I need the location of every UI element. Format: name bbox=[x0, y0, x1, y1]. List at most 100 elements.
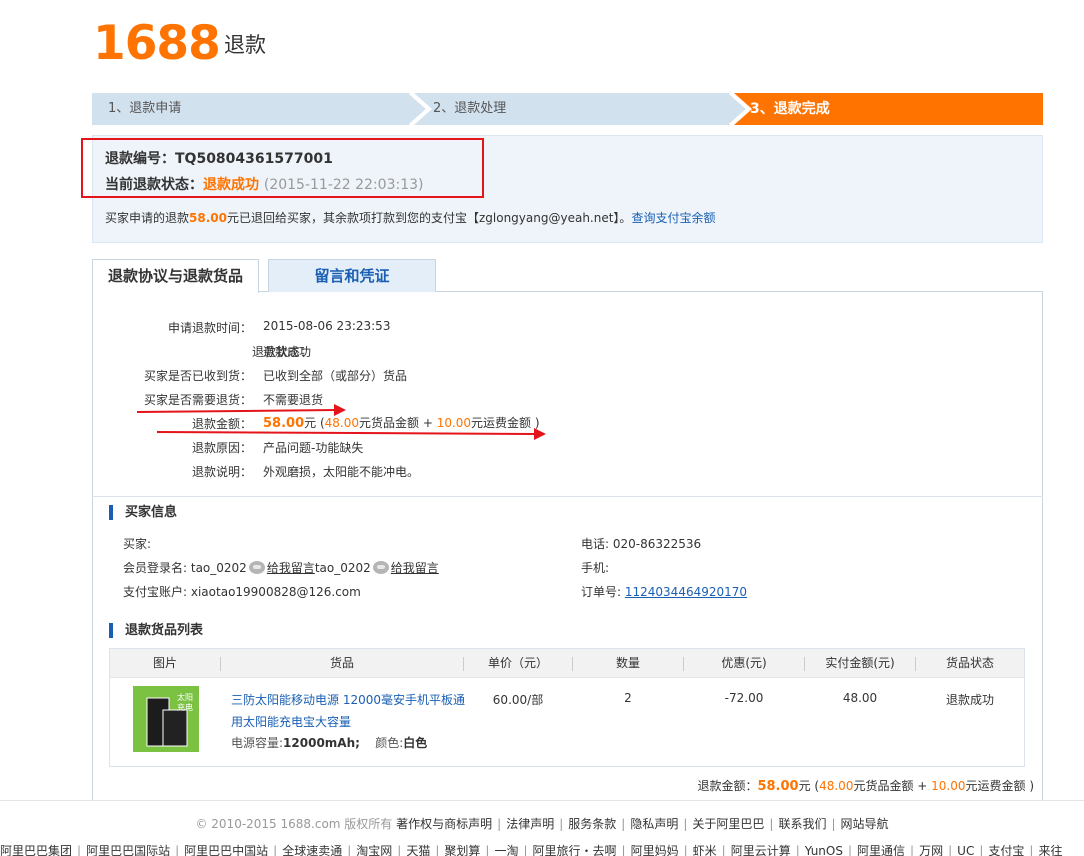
member-login: 会员登录名: tao_0202 给我留言tao_0202 给我留言 bbox=[123, 561, 439, 575]
footer-separator: | bbox=[273, 844, 278, 856]
discount: -72.00 bbox=[724, 691, 764, 705]
footer-group-link[interactable]: 阿里妈妈 bbox=[631, 844, 679, 856]
paid-amount: 48.00 bbox=[842, 691, 878, 705]
footer-link-contact[interactable]: 联系我们 bbox=[778, 817, 826, 831]
footer-separator: | bbox=[347, 844, 352, 856]
footer-separator: | bbox=[435, 844, 440, 856]
footer-separator: | bbox=[77, 844, 82, 856]
buyer-mobile: 手机: bbox=[581, 561, 610, 575]
product-spec: 电源容量:12000mAh; 颜色:白色 bbox=[231, 736, 428, 750]
steps-background bbox=[92, 93, 1043, 125]
footer-link-copyright[interactable]: 著作权与商标声明 bbox=[396, 817, 492, 831]
step-1: 1、退款申请 bbox=[108, 101, 182, 116]
refund-reason-label: 退款原因： bbox=[191, 441, 252, 455]
footer-group-link[interactable]: 阿里旅行・去啊 bbox=[533, 844, 617, 856]
check-alipay-balance-link[interactable]: 查询支付宝余额 bbox=[631, 211, 715, 225]
leave-message-link-2[interactable]: 给我留言 bbox=[391, 561, 439, 575]
footer-separator: | bbox=[910, 844, 915, 856]
refund-goods-title: 退款货品列表 bbox=[109, 623, 203, 638]
footer-separator: | bbox=[175, 844, 180, 856]
buyer-label: 买家: bbox=[123, 537, 152, 551]
footer-group-link[interactable]: 虾米 bbox=[693, 844, 717, 856]
footer-group-link[interactable]: 聚划算 bbox=[444, 844, 480, 856]
buyer-info-title: 买家信息 bbox=[109, 505, 177, 520]
goods-table: 图片 货品 单价（元） 数量 优惠(元) 实付金额(元) 货品状态 太阳 充电 … bbox=[109, 648, 1025, 767]
tab-messages[interactable]: 留言和凭证 bbox=[268, 259, 436, 292]
apply-time-label: 申请退款时间： bbox=[167, 321, 252, 335]
refund-status-value: 退款成功 bbox=[263, 345, 312, 359]
footer-copyright: © 2010-2015 1688.com 版权所有 著作权与商标声明 | 法律声明 |… bbox=[195, 817, 889, 831]
footer-separator: | bbox=[485, 844, 490, 856]
refund-notice: 买家申请的退款58.00元已退回给买家，其余款项打款到您的支付宝【zglongy… bbox=[105, 211, 716, 225]
refund-note-label: 退款说明： bbox=[191, 465, 252, 479]
footer-separator: | bbox=[523, 844, 528, 856]
order-number-link[interactable]: 1124034464920170 bbox=[625, 585, 747, 599]
refund-amount-value: 58.00元 (48.00元货品金额 + 10.00元运费金额 ) bbox=[263, 416, 540, 431]
footer-separator: | bbox=[795, 844, 800, 856]
footer-group-link[interactable]: 阿里云计算 bbox=[731, 844, 791, 856]
footer-group-link[interactable]: 来往 bbox=[1038, 844, 1062, 856]
col-unit-price: 单价（元） bbox=[487, 656, 548, 670]
apply-time-value: 2015-08-06 23:23:53 bbox=[263, 319, 391, 333]
footer-link-privacy[interactable]: 隐私声明 bbox=[630, 817, 678, 831]
svg-text:太阳: 太阳 bbox=[177, 692, 193, 702]
step-2: 2、退款处理 bbox=[433, 101, 507, 116]
power-bank-image: 太阳 充电 bbox=[133, 686, 199, 752]
product-title-link[interactable]: 三防太阳能移动电源 12000毫安手机平板通用太阳能充电宝大容量 bbox=[231, 689, 466, 733]
goods-status: 退款成功 bbox=[945, 693, 994, 707]
footer-group-link[interactable]: 支付宝 bbox=[988, 844, 1024, 856]
footer-separator: | bbox=[621, 844, 626, 856]
col-goods: 货品 bbox=[329, 656, 354, 670]
product-image[interactable]: 太阳 充电 bbox=[133, 686, 199, 752]
annotation-highlight-box bbox=[81, 138, 484, 198]
section-divider bbox=[92, 496, 1043, 497]
footer-group-link[interactable]: 淘宝网 bbox=[356, 844, 392, 856]
need-return-label: 买家是否需要退货： bbox=[143, 393, 252, 407]
page-title: 退款 bbox=[224, 33, 266, 57]
footer-group-link[interactable]: UC bbox=[957, 844, 974, 856]
footer-group-link[interactable]: 阿里通信 bbox=[857, 844, 905, 856]
col-discount: 优惠(元) bbox=[721, 656, 767, 670]
tab-refund-agreement[interactable]: 退款协议与退款货品 bbox=[92, 259, 259, 293]
refund-total-summary: 退款金额：58.00元 (48.00元货品金额 + 10.00元运费金额 ) bbox=[697, 779, 1034, 794]
wangwang-icon[interactable] bbox=[248, 561, 265, 574]
footer-link-sitemap[interactable]: 网站导航 bbox=[841, 817, 889, 831]
alipay-account: 支付宝账户: xiaotao19900828@126.com bbox=[123, 585, 361, 599]
footer-link-terms[interactable]: 服务条款 bbox=[568, 817, 616, 831]
footer-separator: | bbox=[979, 844, 984, 856]
received-goods-value: 已收到全部（或部分）货品 bbox=[263, 369, 408, 383]
svg-text:充电: 充电 bbox=[177, 702, 193, 712]
col-status: 货品状态 bbox=[945, 656, 994, 670]
order-number: 订单号: 1124034464920170 bbox=[581, 585, 748, 599]
col-image: 图片 bbox=[152, 656, 177, 670]
footer-group-link[interactable]: 阿里巴巴国际站 bbox=[86, 844, 170, 856]
footer-group-link[interactable]: 一淘 bbox=[494, 844, 518, 856]
table-header: 图片 货品 单价（元） 数量 优惠(元) 实付金额(元) 货品状态 bbox=[110, 649, 1024, 678]
footer-group-link[interactable]: YunOS bbox=[805, 844, 843, 856]
refund-reason-value: 产品问题-功能缺失 bbox=[263, 441, 364, 455]
leave-message-link[interactable]: 给我留言 bbox=[267, 561, 315, 575]
received-goods-label: 买家是否已收到货： bbox=[143, 369, 252, 383]
footer-group-link[interactable]: 全球速卖通 bbox=[282, 844, 342, 856]
need-return-value: 不需要退货 bbox=[263, 393, 324, 407]
footer-link-legal[interactable]: 法律声明 bbox=[506, 817, 554, 831]
footer-group-link[interactable]: 阿里巴巴中国站 bbox=[184, 844, 268, 856]
logo-1688[interactable]: 1688 bbox=[93, 16, 221, 71]
footer-separator: | bbox=[721, 844, 726, 856]
step-3-active: 3、退款完成 bbox=[750, 101, 830, 117]
footer-link-about[interactable]: 关于阿里巴巴 bbox=[692, 817, 764, 831]
footer-separator: | bbox=[948, 844, 953, 856]
wangwang-icon[interactable] bbox=[372, 561, 389, 574]
footer-group-link[interactable]: 天猫 bbox=[406, 844, 430, 856]
footer-group-link[interactable]: 阿里巴巴集团 bbox=[0, 844, 72, 856]
footer-separator: | bbox=[683, 844, 688, 856]
buyer-phone: 电话: 020-86322536 bbox=[581, 537, 702, 551]
footer-divider bbox=[0, 800, 1084, 801]
footer-separator: | bbox=[397, 844, 402, 856]
footer-group-link[interactable]: 万网 bbox=[919, 844, 943, 856]
col-quantity: 数量 bbox=[615, 656, 640, 670]
col-paid: 实付金额(元) bbox=[825, 656, 895, 670]
footer-separator: | bbox=[847, 844, 853, 856]
footer-separator: | bbox=[1029, 844, 1034, 856]
footer-group-links: 阿里巴巴集团 | 阿里巴巴国际站 | 阿里巴巴中国站 | 全球速卖通 | 淘宝网 | 天猫 | 聚划算 |… bbox=[0, 842, 1084, 856]
